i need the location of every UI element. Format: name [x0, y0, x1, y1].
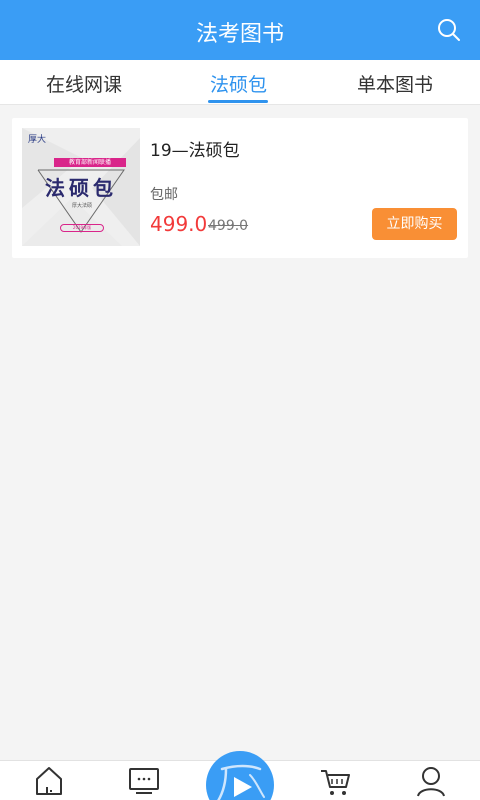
product-price: 499.0 [150, 212, 208, 236]
image-title: 法硕包 [45, 176, 117, 200]
image-subtitle: 厚大法硕 [71, 203, 92, 209]
shipping-label: 包邮 [150, 187, 178, 203]
tab-law-master-pack[interactable]: 法硕包 [210, 70, 267, 97]
cart-icon[interactable] [320, 765, 350, 797]
center-play-button[interactable] [206, 751, 274, 800]
product-card[interactable]: 厚大 教育部新闻联播 法硕包 厚大法硕 2019年版 19—法硕包 包邮 499… [12, 118, 468, 258]
tab-online-courses[interactable]: 在线网课 [46, 70, 122, 97]
monitor-icon[interactable] [129, 765, 159, 797]
play-logo-icon [217, 764, 265, 800]
search-icon[interactable] [436, 17, 462, 43]
buy-now-button[interactable]: 立即购买 [372, 208, 457, 240]
product-list: 厚大 教育部新闻联播 法硕包 厚大法硕 2019年版 19—法硕包 包邮 499… [0, 106, 480, 760]
product-image[interactable]: 厚大 教育部新闻联播 法硕包 厚大法硕 2019年版 [22, 128, 140, 246]
image-tag: 2019年版 [60, 224, 104, 232]
image-banner: 教育部新闻联播 [54, 158, 126, 167]
category-tabs: 在线网课 法硕包 单本图书 [0, 60, 480, 105]
app-header: 法考图书 [0, 0, 480, 60]
tab-single-books[interactable]: 单本图书 [357, 70, 433, 97]
product-title[interactable]: 19—法硕包 [150, 136, 240, 161]
user-icon[interactable] [416, 765, 446, 797]
page-title: 法考图书 [195, 22, 284, 47]
original-price: 499.0 [208, 218, 249, 234]
home-icon[interactable] [34, 765, 64, 797]
brand-logo: 厚大 [28, 135, 47, 145]
active-tab-indicator [208, 100, 268, 103]
